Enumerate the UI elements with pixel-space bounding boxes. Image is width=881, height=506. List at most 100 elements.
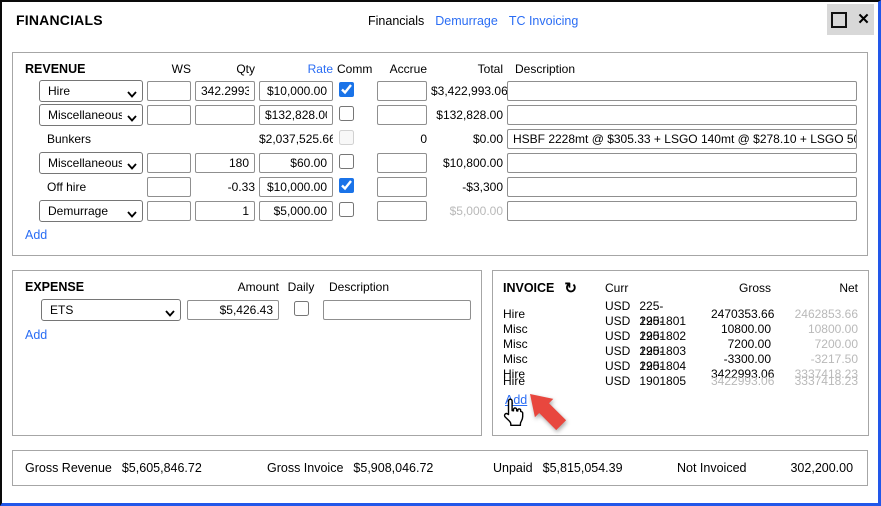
invoice-gross: 2470353.66: [711, 307, 771, 322]
refresh-icon[interactable]: ↻: [564, 281, 577, 296]
close-icon[interactable]: ✕: [857, 12, 870, 27]
not-invoiced-label: Not Invoiced: [677, 461, 746, 475]
qty-input[interactable]: [195, 81, 255, 101]
description-input[interactable]: [507, 129, 857, 149]
col-header-curr: Curr: [605, 281, 709, 295]
comm-cell: [337, 82, 373, 100]
revenue-type-select-control[interactable]: Hire: [39, 80, 143, 102]
accrue-input[interactable]: [377, 153, 427, 173]
col-header-ws: WS: [147, 62, 191, 76]
revenue-type-select-control[interactable]: Miscellaneous: [39, 104, 143, 126]
comm-cell: [337, 130, 373, 148]
ws-input[interactable]: [147, 105, 191, 125]
rate-input[interactable]: [259, 81, 333, 101]
comm-cell: [337, 178, 373, 196]
invoice-type: Hire: [503, 374, 603, 389]
comm-checkbox: [339, 130, 354, 145]
revenue-type-select-control[interactable]: Miscellaneous: [39, 152, 143, 174]
description-input[interactable]: [323, 300, 471, 320]
ws-input[interactable]: [147, 153, 191, 173]
total-value: $0.00: [431, 132, 503, 146]
revenue-type-label: Bunkers: [39, 132, 143, 146]
revenue-panel: REVENUE WS Qty Rate Comm Accrue Total De…: [12, 52, 868, 256]
qty-input[interactable]: [195, 105, 255, 125]
rate-input[interactable]: [259, 153, 333, 173]
revenue-type-select: Miscellaneous: [39, 104, 143, 126]
comm-checkbox[interactable]: [339, 106, 354, 121]
col-header-rate[interactable]: Rate: [259, 62, 333, 76]
daily-cell: [285, 301, 317, 319]
header-nav: Financials Demurrage TC Invoicing: [368, 14, 578, 28]
total-value: $10,800.00: [431, 156, 503, 170]
invoice-gross: -3300.00: [711, 352, 771, 367]
gross-revenue-group: Gross Revenue $5,605,846.72: [25, 461, 267, 475]
description-input[interactable]: [507, 81, 857, 101]
description-input[interactable]: [507, 153, 857, 173]
qty-input[interactable]: [195, 201, 255, 221]
invoice-row: Hire USD 3422993.06 3337418.23: [493, 374, 868, 389]
not-invoiced-group: Not Invoiced 302,200.00: [677, 461, 855, 475]
accrue-input[interactable]: [377, 201, 427, 221]
revenue-type-select-control[interactable]: Demurrage: [39, 200, 143, 222]
invoice-title: INVOICE: [503, 281, 554, 295]
invoice-type: Misc: [503, 337, 603, 352]
col-header-amount: Amount: [187, 280, 279, 294]
rate-input[interactable]: [259, 201, 333, 221]
invoice-gross: 3422993.06: [711, 374, 771, 389]
qty-value: -0.33: [195, 180, 255, 194]
not-invoiced-value: 302,200.00: [790, 461, 853, 475]
col-header-daily: Daily: [285, 280, 317, 294]
accrue-input[interactable]: [377, 177, 427, 197]
unpaid-group: Unpaid $5,815,054.39: [493, 461, 677, 475]
accrue-input[interactable]: [377, 105, 427, 125]
expense-type-select-control[interactable]: ETS: [41, 299, 181, 321]
ws-input[interactable]: [147, 201, 191, 221]
expense-add-button[interactable]: Add: [25, 328, 47, 342]
description-input[interactable]: [507, 105, 857, 125]
col-header-comm: Comm: [337, 62, 373, 76]
daily-checkbox[interactable]: [294, 301, 309, 316]
invoice-panel: INVOICE ↻ Curr Gross Net Hire USD225-190…: [492, 270, 869, 436]
invoice-net: 7200.00: [773, 337, 858, 352]
amount-input[interactable]: [187, 300, 279, 320]
total-value: $132,828.00: [431, 108, 503, 122]
comm-checkbox[interactable]: [339, 82, 354, 97]
description-input[interactable]: [507, 201, 857, 221]
nav-tc-invoicing[interactable]: TC Invoicing: [509, 14, 578, 28]
invoice-net: 3337418.23: [773, 374, 858, 389]
rate-input[interactable]: [259, 105, 333, 125]
revenue-row: Hire $3,422,993.06: [13, 79, 867, 103]
total-value: $3,422,993.06: [431, 84, 503, 98]
comm-checkbox[interactable]: [339, 202, 354, 217]
revenue-title: REVENUE: [13, 62, 143, 76]
revenue-header-row: REVENUE WS Qty Rate Comm Accrue Total De…: [13, 59, 867, 79]
accrue-input[interactable]: [377, 81, 427, 101]
expense-header-row: EXPENSE Amount Daily Description: [13, 277, 481, 297]
revenue-type-label: Off hire: [39, 180, 143, 194]
expense-panel: EXPENSE Amount Daily Description ETS Add: [12, 270, 482, 436]
revenue-type-select: Demurrage: [39, 200, 143, 222]
invoice-gross: 7200.00: [711, 337, 771, 352]
invoice-type: Misc: [503, 352, 603, 367]
comm-checkbox[interactable]: [339, 154, 354, 169]
ws-input[interactable]: [147, 81, 191, 101]
total-value: $5,000.00: [431, 204, 503, 218]
maximize-icon[interactable]: [831, 12, 847, 28]
invoice-net: -3217.50: [773, 352, 858, 367]
invoice-type: Misc: [503, 322, 603, 337]
gross-invoice-value: $5,908,046.72: [353, 461, 433, 475]
ws-input[interactable]: [147, 177, 191, 197]
rate-input[interactable]: [259, 177, 333, 197]
qty-input[interactable]: [195, 153, 255, 173]
revenue-add-button[interactable]: Add: [25, 228, 47, 242]
nav-demurrage[interactable]: Demurrage: [435, 14, 498, 28]
expense-type-select: ETS: [41, 299, 181, 321]
gross-revenue-label: Gross Revenue: [25, 461, 112, 475]
gross-revenue-value: $5,605,846.72: [122, 461, 202, 475]
comm-checkbox[interactable]: [339, 178, 354, 193]
invoice-header-row: INVOICE ↻ Curr Gross Net: [493, 277, 868, 299]
unpaid-label: Unpaid: [493, 461, 533, 475]
invoice-title-cell: INVOICE ↻: [503, 281, 603, 296]
description-input[interactable]: [507, 177, 857, 197]
nav-financials[interactable]: Financials: [368, 14, 424, 28]
